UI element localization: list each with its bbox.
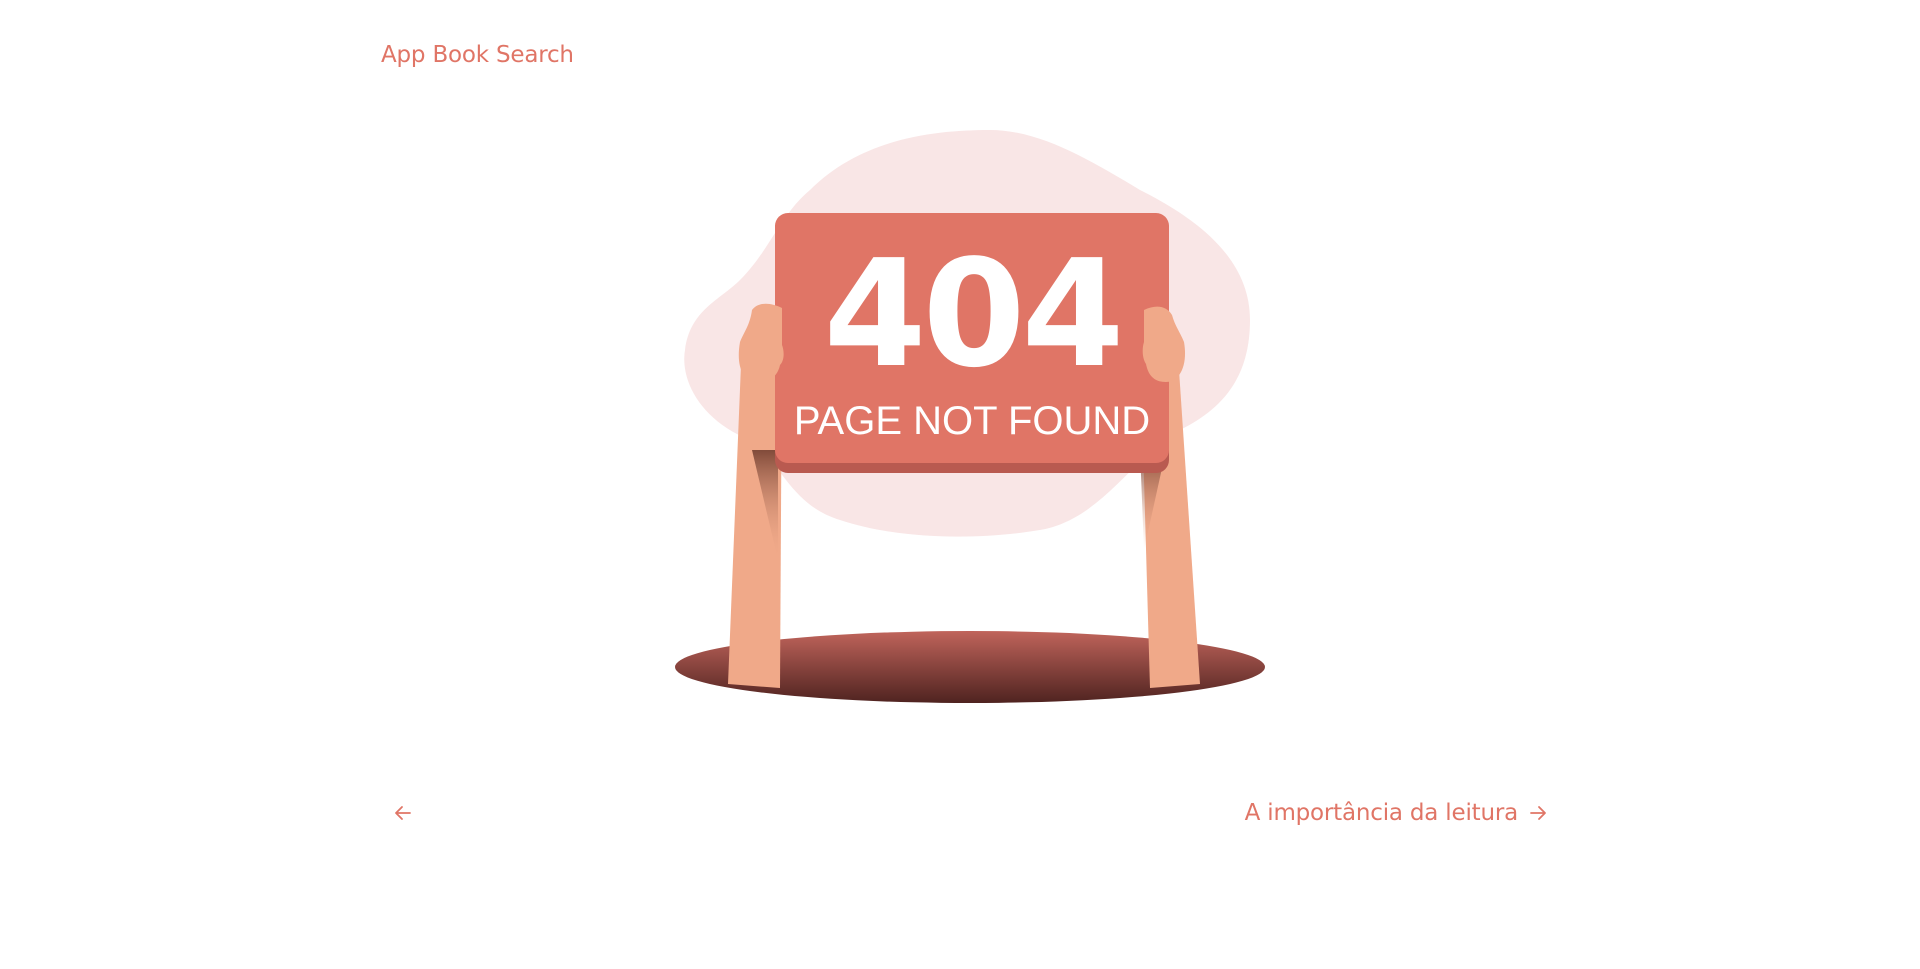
next-link[interactable]: A importância da leitura bbox=[1245, 798, 1548, 828]
error-message: PAGE NOT FOUND bbox=[794, 399, 1150, 443]
error-code: 404 bbox=[824, 228, 1121, 400]
arrow-right-icon bbox=[1528, 803, 1548, 823]
next-link-label: A importância da leitura bbox=[1244, 800, 1519, 826]
brand-link[interactable]: App Book Search bbox=[381, 40, 574, 70]
404-illustration: 404 PAGE NOT FOUND bbox=[675, 130, 1265, 703]
arrow-left-icon bbox=[393, 803, 413, 823]
not-found-page: App Book Search 404 PAGE NOT FOUND A imp… bbox=[0, 0, 1920, 969]
previous-link[interactable] bbox=[390, 798, 416, 828]
